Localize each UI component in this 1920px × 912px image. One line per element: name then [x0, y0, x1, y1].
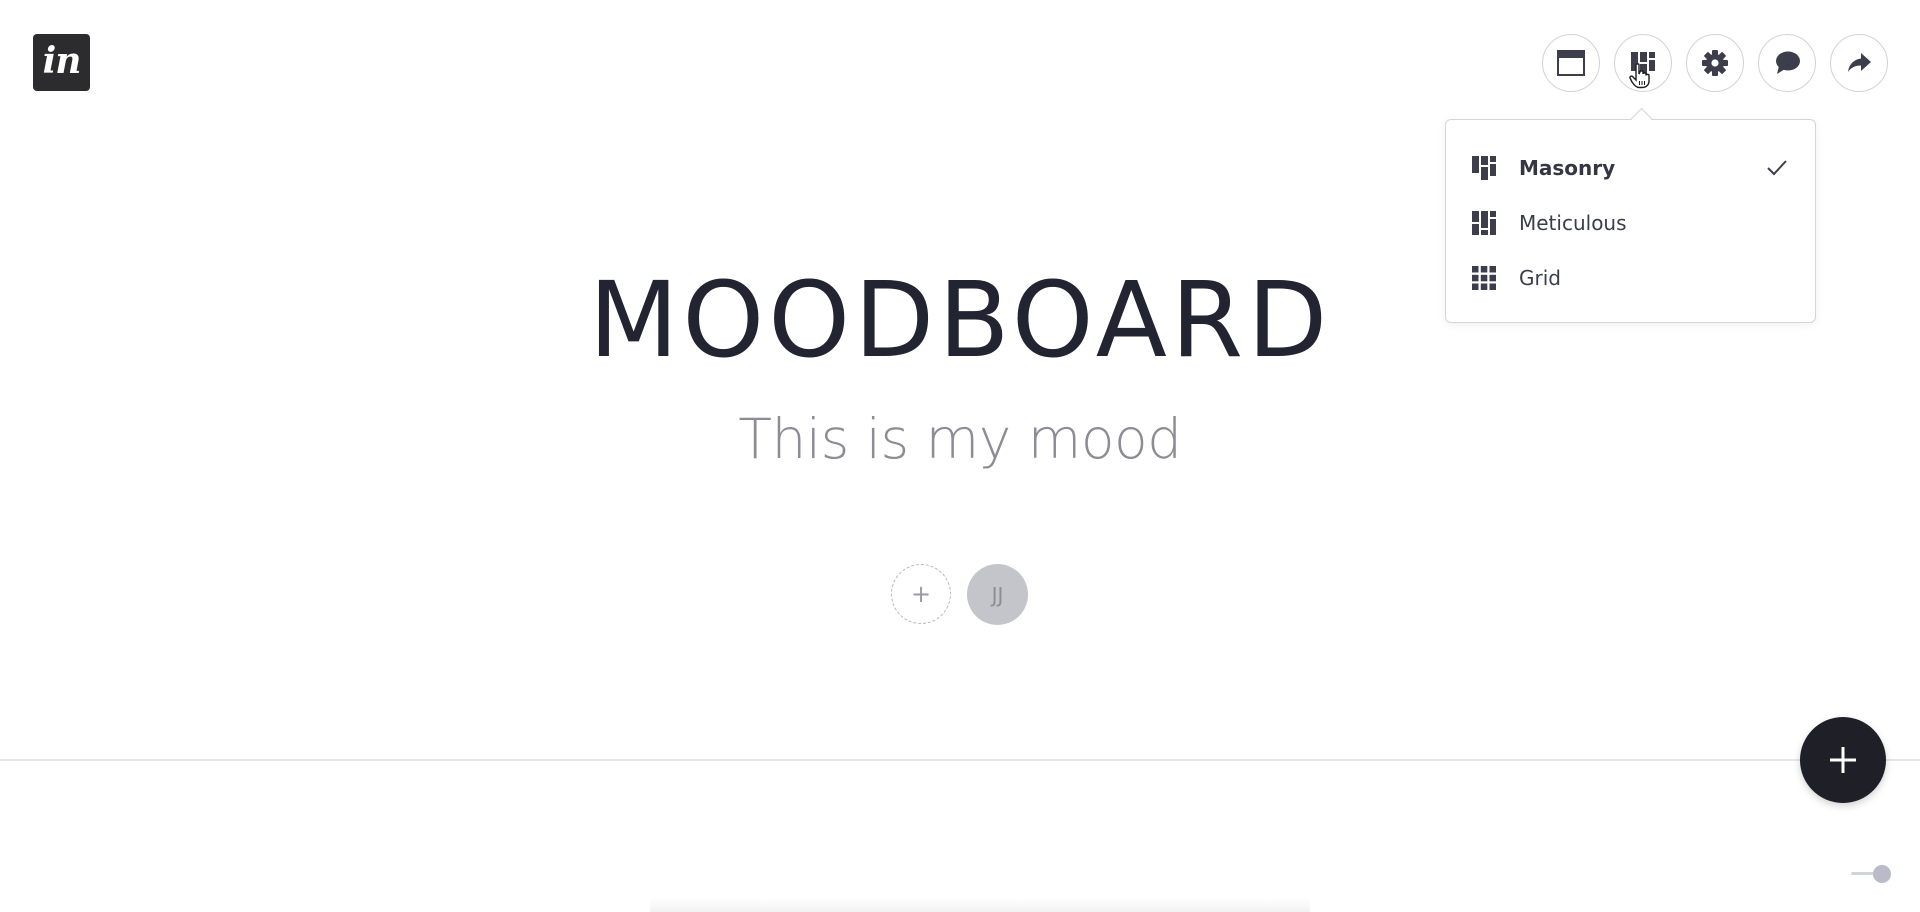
meticulous-icon [1472, 210, 1496, 235]
hand-cursor-icon [1629, 63, 1650, 89]
invision-logo[interactable]: in [33, 34, 90, 91]
layout-option-masonry[interactable]: Masonry [1446, 140, 1815, 195]
masonry-icon [1472, 155, 1496, 180]
presentation-mode-button[interactable] [1542, 34, 1600, 92]
collaborators: + JJ [891, 564, 1028, 625]
board-content-edge [650, 898, 1310, 912]
check-icon [1767, 159, 1787, 175]
share-button[interactable] [1830, 34, 1888, 92]
share-arrow-icon [1848, 53, 1871, 72]
plus-icon [1830, 747, 1856, 773]
board-subtitle[interactable]: This is my mood [0, 412, 1920, 467]
zoom-slider-handle[interactable] [1873, 865, 1891, 883]
layout-option-label: Masonry [1519, 155, 1616, 180]
speech-bubble-icon [1776, 51, 1800, 74]
layout-option-label: Meticulous [1519, 210, 1627, 235]
avatar[interactable]: JJ [967, 564, 1028, 625]
layout-button[interactable] [1614, 34, 1672, 92]
plus-icon: + [910, 580, 932, 608]
settings-button[interactable] [1686, 34, 1744, 92]
gear-icon [1702, 50, 1728, 76]
add-item-button[interactable] [1800, 717, 1886, 803]
add-collaborator-button[interactable]: + [891, 564, 951, 624]
layout-option-meticulous[interactable]: Meticulous [1446, 195, 1815, 250]
window-icon [1557, 50, 1585, 76]
avatar-initials: JJ [991, 582, 1004, 607]
section-divider [0, 759, 1920, 761]
board-title[interactable]: MOODBOARD [0, 268, 1920, 372]
board-toolbar [1542, 34, 1888, 92]
zoom-slider[interactable] [1851, 864, 1891, 884]
comments-button[interactable] [1758, 34, 1816, 92]
